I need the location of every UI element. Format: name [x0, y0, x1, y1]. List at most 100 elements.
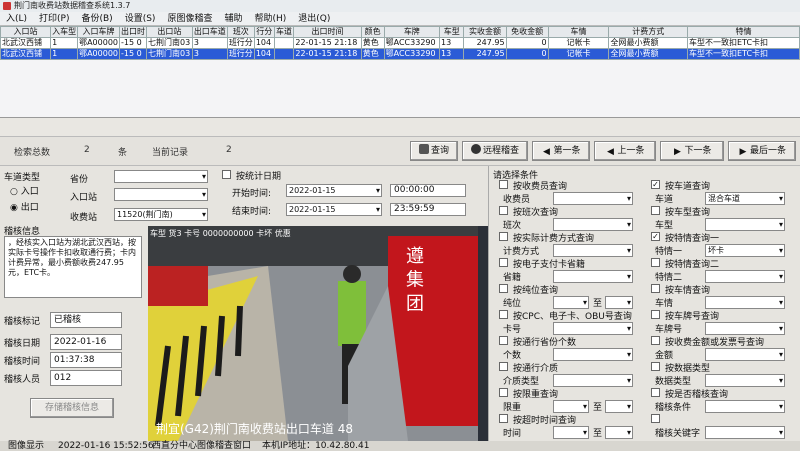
by-date-checkbox[interactable] — [222, 170, 231, 179]
grid-cell[interactable]: 车型不一致扣ETC卡扣 — [687, 37, 800, 49]
c2-checkbox[interactable] — [651, 388, 660, 397]
c1-select[interactable] — [553, 322, 633, 335]
c1-checkbox[interactable] — [499, 310, 508, 319]
grid-cell[interactable]: 1 — [50, 37, 79, 49]
c2-checkbox[interactable] — [651, 284, 660, 293]
grid-cell[interactable] — [273, 37, 295, 49]
grid-cell[interactable]: 黄色 — [360, 48, 385, 60]
radio-entry[interactable]: ○ 入口 — [10, 184, 39, 197]
c1-checkbox[interactable] — [499, 336, 508, 345]
person-field[interactable]: 012 — [50, 370, 122, 386]
c2-checkbox[interactable]: ✓ — [651, 180, 660, 189]
grid-cell[interactable]: 22-01-15 21:18 — [293, 37, 362, 49]
grid-header[interactable]: 车道 — [273, 26, 295, 38]
c1-select[interactable] — [553, 400, 589, 413]
grid-header[interactable]: 出口时间 — [293, 26, 362, 38]
save-audit-button[interactable]: 存储稽核信息 — [30, 398, 114, 418]
grid-cell[interactable]: 七荆门南03 — [146, 37, 193, 49]
menu-item-print[interactable]: 打印(P) — [33, 12, 75, 25]
grid-cell[interactable]: 记帐卡 — [547, 37, 610, 49]
c1-select[interactable] — [553, 296, 589, 309]
grid-cell[interactable]: 七荆门南03 — [146, 48, 193, 60]
c2-checkbox[interactable] — [651, 414, 660, 423]
c2-checkbox[interactable] — [651, 310, 660, 319]
c2-checkbox[interactable] — [651, 336, 660, 345]
date-field[interactable]: 2022-01-16 — [50, 334, 122, 350]
grid-header[interactable]: 入口车牌 — [77, 26, 120, 38]
grid-cell[interactable]: 班行分 — [226, 37, 255, 49]
grid-header[interactable]: 出口时 — [119, 26, 147, 38]
menu-item-backup[interactable]: 备份(B) — [76, 12, 119, 25]
grid-cell[interactable]: 0 — [505, 37, 549, 49]
grid-cell[interactable]: 247.95 — [463, 48, 507, 60]
c2-checkbox[interactable] — [651, 362, 660, 371]
grid-cell[interactable]: 北武汉西铺 — [0, 48, 52, 60]
end-time-spinner[interactable]: 23:59:59 — [390, 203, 466, 216]
grid-header[interactable]: 颜色 — [360, 26, 385, 38]
grid-scroll-area[interactable] — [0, 118, 800, 136]
c1-checkbox[interactable] — [499, 180, 508, 189]
grid-cell[interactable]: 22-01-15 21:18 — [293, 48, 362, 60]
grid-cell[interactable]: 全网最小费额 — [608, 37, 688, 49]
grid-cell[interactable]: 记帐卡 — [547, 48, 610, 60]
c1-checkbox[interactable] — [499, 232, 508, 241]
radio-exit[interactable]: ◉ 出口 — [10, 200, 39, 213]
grid-cell[interactable]: 班行分 — [226, 48, 255, 60]
remote-audit-button[interactable]: 远程稽查 — [462, 141, 528, 161]
c1-select[interactable] — [553, 270, 633, 283]
c1-select[interactable] — [553, 374, 633, 387]
grid-header[interactable]: 班次 — [226, 26, 255, 38]
c2-select[interactable] — [705, 296, 785, 309]
grid-cell[interactable]: 13 — [438, 48, 465, 60]
grid-cell[interactable]: 13 — [438, 37, 465, 49]
query-button[interactable]: 查询 — [410, 141, 458, 161]
grid-header[interactable]: 车型 — [438, 26, 465, 38]
menu-item-help[interactable]: 帮助(H) — [248, 12, 292, 25]
c2-select[interactable] — [705, 348, 785, 361]
grid-cell[interactable]: 鄂A00000 — [77, 37, 120, 49]
grid-cell[interactable]: 104 — [253, 48, 275, 60]
grid-cell[interactable]: -15 0 — [119, 37, 147, 49]
grid-cell[interactable]: 黄色 — [360, 37, 385, 49]
c1-range-end-select[interactable] — [605, 426, 633, 439]
c2-select[interactable] — [705, 426, 785, 439]
grid-header[interactable]: 出口站 — [146, 26, 193, 38]
c1-checkbox[interactable] — [499, 284, 508, 293]
entry-station-select[interactable] — [114, 188, 208, 201]
grid-header[interactable]: 入口站 — [0, 26, 52, 38]
c1-checkbox[interactable] — [499, 206, 508, 215]
mark-field[interactable]: 已稽核 — [50, 312, 122, 328]
menu-item-exit[interactable]: 退出(Q) — [292, 12, 336, 25]
c1-range-end-select[interactable] — [605, 400, 633, 413]
grid-header[interactable]: 车情 — [547, 26, 610, 38]
start-time-spinner[interactable]: 00:00:00 — [390, 184, 466, 197]
grid-cell[interactable]: 车型不一致扣ETC卡扣 — [687, 48, 800, 60]
grid-cell[interactable]: 3 — [191, 48, 228, 60]
prev-record-button[interactable]: ◀ 上一条 — [594, 141, 656, 161]
menu-item-image-audit[interactable]: 原图像稽查 — [161, 12, 218, 25]
province-select[interactable] — [114, 170, 208, 183]
c1-checkbox[interactable] — [499, 414, 508, 423]
grid-cell[interactable]: 0 — [505, 48, 549, 60]
start-date-picker[interactable]: 2022-01-15 — [286, 184, 382, 197]
c1-checkbox[interactable] — [499, 362, 508, 371]
c1-select[interactable] — [553, 426, 589, 439]
c1-select[interactable] — [553, 348, 633, 361]
grid-cell[interactable]: -15 0 — [119, 48, 147, 60]
audit-info-textarea[interactable]: ，经核实入口站为湖北武汉西站，按实际卡号操作卡扣收取通行费；卡内计费异常，最小费… — [4, 236, 142, 298]
c1-select[interactable] — [553, 192, 633, 205]
c2-checkbox[interactable]: ✓ — [651, 232, 660, 241]
grid-header[interactable]: 出口车道 — [191, 26, 228, 38]
menu-item-assist[interactable]: 辅助 — [218, 12, 248, 25]
c2-select[interactable] — [705, 270, 785, 283]
grid-cell[interactable]: 鄂ACC33290 — [383, 48, 440, 60]
end-date-picker[interactable]: 2022-01-15 — [286, 203, 382, 216]
grid-cell[interactable]: 1 — [50, 48, 79, 60]
first-record-button[interactable]: ◀ 第一条 — [532, 141, 590, 161]
records-grid[interactable]: 入口站 入车型 入口车牌 出口时 出口站 出口车道 班次 行分 车道 出口时间 … — [0, 26, 800, 118]
c1-checkbox[interactable] — [499, 258, 508, 267]
c2-select[interactable]: 坏卡 — [705, 244, 785, 257]
grid-header[interactable]: 实收金额 — [463, 26, 507, 38]
grid-header[interactable]: 计费方式 — [608, 26, 688, 38]
c2-select[interactable]: 混合车道 — [705, 192, 785, 205]
